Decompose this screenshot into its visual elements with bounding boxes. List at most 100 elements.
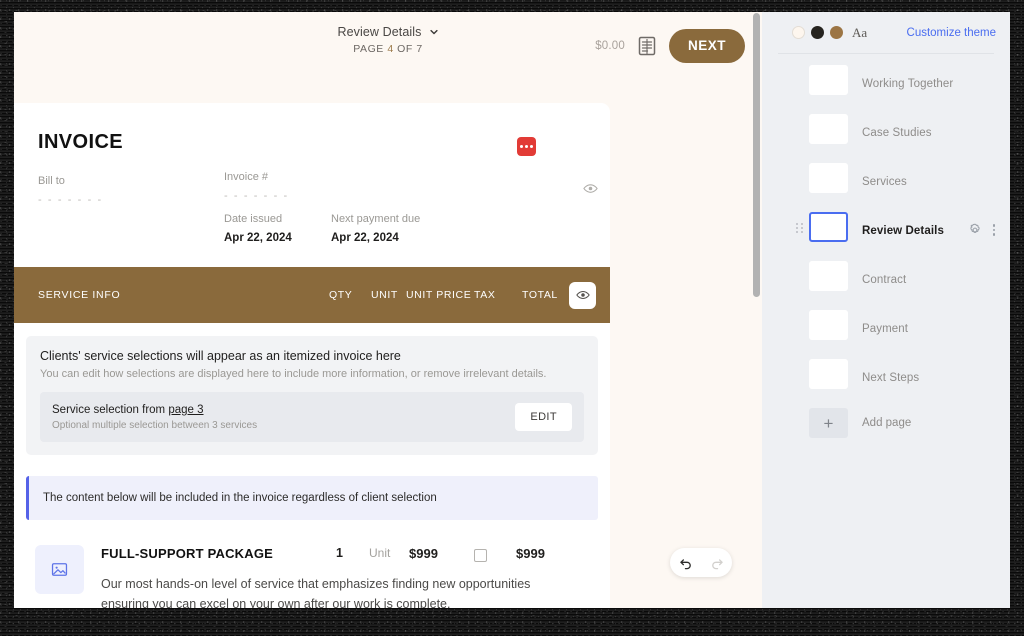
bill-to-field[interactable]: Bill to - - - - - - - — [38, 175, 103, 206]
redo-icon[interactable] — [710, 556, 724, 570]
next-payment-due-value: Apr 22, 2024 — [331, 232, 420, 244]
page-thumbnail — [809, 212, 848, 242]
page-label: Payment — [862, 323, 908, 335]
page-thumbnail — [809, 163, 848, 193]
chevron-down-icon — [429, 27, 439, 37]
sidebar-page-case-studies[interactable]: Case Studies — [762, 114, 1010, 152]
bill-to-value: - - - - - - - — [38, 194, 103, 206]
customize-theme-link[interactable]: Customize theme — [907, 27, 996, 39]
invoice-body: Clients' service selections will appear … — [14, 323, 610, 608]
page-thumbnail — [809, 261, 848, 291]
theme-bar: Aa Customize theme — [762, 12, 1010, 53]
page-thumbnail — [809, 359, 848, 389]
current-page-title: Review Details — [337, 25, 421, 39]
invoice-title: INVOICE — [38, 131, 586, 154]
image-placeholder-icon[interactable] — [35, 545, 84, 594]
service-selection-page-link[interactable]: page 3 — [168, 404, 203, 416]
next-button[interactable]: NEXT — [669, 29, 745, 63]
page-thumbnail — [809, 310, 848, 340]
drag-handle-icon[interactable] — [796, 223, 803, 233]
invoice-number-label: Invoice # — [224, 171, 289, 183]
invoice-notice-banner: The content below will be included in th… — [26, 476, 598, 520]
edit-selection-button[interactable]: EDIT — [515, 403, 572, 431]
page-label: Next Steps — [862, 372, 919, 384]
theme-swatch-brown[interactable] — [830, 26, 843, 39]
tax-checkbox[interactable] — [474, 549, 487, 562]
canvas-scrollbar-thumb[interactable] — [753, 13, 760, 297]
editor-topbar: Review Details PAGE 4 OF 7 $0.00 NEXT — [14, 12, 762, 90]
service-selections-title: Clients' service selections will appear … — [40, 349, 584, 363]
page-label: Services — [862, 176, 907, 188]
sidebar-page-next-steps[interactable]: Next Steps — [762, 359, 1010, 397]
kebab-menu-icon[interactable] — [991, 222, 998, 238]
service-selection-texts: Service selection from page 3 Optional m… — [52, 404, 515, 431]
invoice-card: INVOICE Bill to - - - - - - - Invoice # … — [14, 103, 610, 608]
service-selections-subtitle: You can edit how selections are displaye… — [40, 368, 584, 380]
pages-sidebar: Aa Customize theme Working Together Case… — [762, 12, 1010, 608]
add-page-label: Add page — [862, 417, 911, 429]
line-item-main: FULL-SUPPORT PACKAGE 1 Unit $999 $999 Ou… — [101, 545, 589, 608]
eye-icon[interactable] — [583, 181, 598, 196]
bill-to-label: Bill to — [38, 175, 103, 187]
invoice-number-value: - - - - - - - — [224, 190, 289, 202]
next-payment-due-label: Next payment due — [331, 213, 420, 225]
sidebar-page-payment[interactable]: Payment — [762, 310, 1010, 348]
line-item-row: FULL-SUPPORT PACKAGE 1 Unit $999 $999 — [101, 545, 589, 567]
typography-label[interactable]: Aa — [852, 25, 867, 41]
plus-icon[interactable]: + — [809, 408, 848, 438]
line-item-name: FULL-SUPPORT PACKAGE — [101, 546, 273, 561]
page-label: Working Together — [862, 78, 953, 90]
service-selection-title-prefix: Service selection from — [52, 404, 168, 416]
eye-icon — [576, 288, 590, 302]
column-header-total: TOTAL — [522, 289, 558, 301]
line-item-unit-price: $999 — [409, 546, 438, 561]
page-counter-suffix: OF 7 — [394, 43, 423, 55]
column-visibility-button[interactable] — [569, 282, 596, 309]
canvas-scrollbar[interactable] — [752, 12, 762, 608]
next-payment-due-field[interactable]: Next payment due Apr 22, 2024 — [331, 213, 420, 244]
column-header-unit: UNIT — [371, 289, 398, 301]
service-selection-title: Service selection from page 3 — [52, 404, 515, 416]
app-window: Review Details PAGE 4 OF 7 $0.00 NEXT — [14, 12, 1010, 608]
sidebar-page-working-together[interactable]: Working Together — [762, 65, 1010, 103]
column-header-unit-price: UNIT PRICE — [406, 289, 471, 301]
page-switcher-title-row[interactable]: Review Details — [337, 25, 438, 39]
page-thumbnail — [809, 114, 848, 144]
sidebar-page-review-details[interactable]: Review Details — [762, 212, 1010, 250]
page-label: Review Details — [862, 225, 944, 237]
page-thumbnail — [809, 65, 848, 95]
sidebar-page-contract[interactable]: Contract — [762, 261, 1010, 299]
service-selection-subtitle: Optional multiple selection between 3 se… — [52, 420, 515, 431]
invoice-number-field[interactable]: Invoice # - - - - - - - — [224, 171, 289, 202]
theme-swatch-light[interactable] — [792, 26, 805, 39]
editor-canvas: Review Details PAGE 4 OF 7 $0.00 NEXT — [14, 12, 762, 608]
service-selection-row: Service selection from page 3 Optional m… — [40, 392, 584, 442]
line-item-description: Our most hands-on level of service that … — [101, 574, 551, 608]
undo-icon[interactable] — [679, 556, 693, 570]
invoice-line-item[interactable]: FULL-SUPPORT PACKAGE 1 Unit $999 $999 Ou… — [26, 545, 598, 608]
image-icon — [51, 561, 68, 578]
invoice-header: INVOICE Bill to - - - - - - - Invoice # … — [14, 103, 610, 267]
page-list: Working Together Case Studies Services R… — [762, 54, 1010, 438]
line-item-qty: 1 — [336, 546, 343, 560]
service-selections-box: Clients' service selections will appear … — [26, 336, 598, 455]
running-total: $0.00 — [595, 40, 625, 52]
line-item-total: $999 — [516, 546, 545, 561]
add-page-row[interactable]: + Add page — [762, 408, 1010, 438]
date-issued-value: Apr 22, 2024 — [224, 232, 292, 244]
topbar-actions: $0.00 NEXT — [595, 29, 745, 63]
history-controls — [670, 548, 732, 577]
sidebar-page-services[interactable]: Services — [762, 163, 1010, 201]
date-issued-field[interactable]: Date issued Apr 22, 2024 — [224, 213, 292, 244]
line-item-unit: Unit — [369, 546, 390, 560]
column-header-tax: TAX — [474, 289, 495, 301]
date-issued-label: Date issued — [224, 213, 292, 225]
page-counter-prefix: PAGE — [353, 43, 387, 55]
logo-placeholder-icon[interactable] — [517, 137, 536, 156]
page-label: Contract — [862, 274, 906, 286]
gear-icon[interactable] — [968, 223, 982, 237]
invoice-icon[interactable] — [638, 36, 656, 56]
theme-swatch-dark[interactable] — [811, 26, 824, 39]
invoice-table-header: SERVICE INFO QTY UNIT UNIT PRICE TAX TOT… — [14, 267, 610, 323]
page-row-actions — [968, 222, 998, 238]
